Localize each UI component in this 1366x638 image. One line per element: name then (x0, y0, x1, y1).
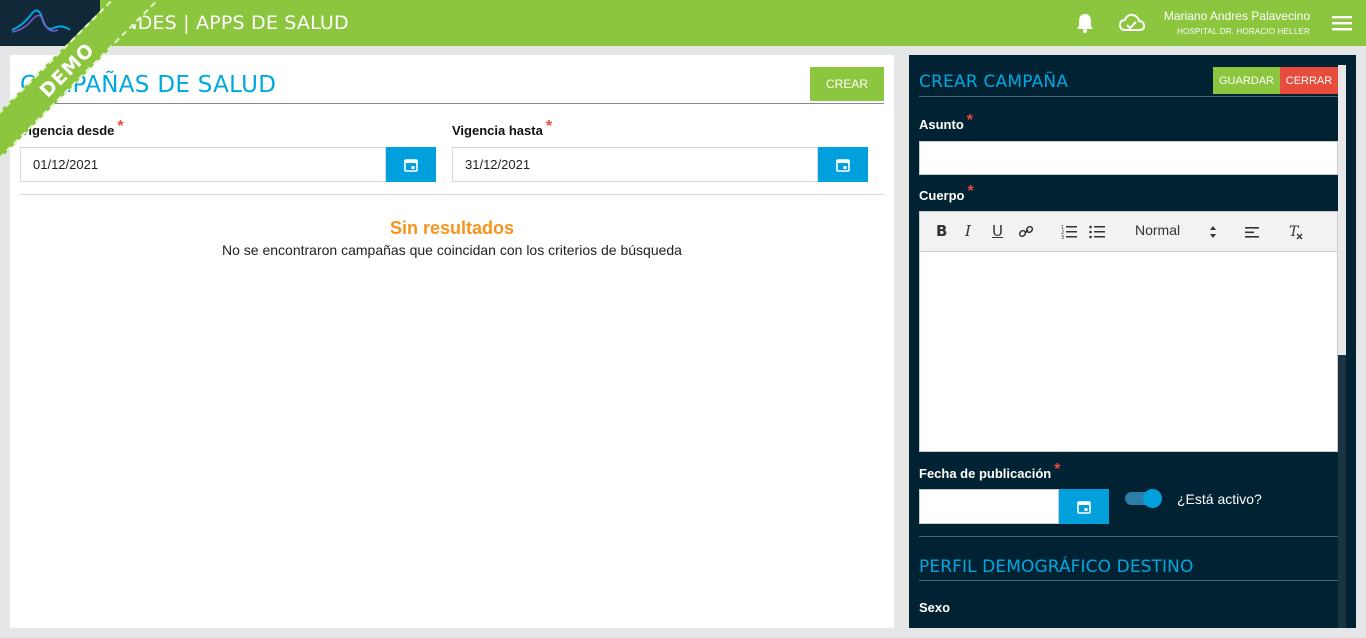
from-date-label-text: Vigencia desde (20, 123, 115, 138)
sex-label: Sexo (919, 600, 951, 615)
app-title: ANDES | APPS DE SALUD (110, 12, 349, 34)
campaigns-panel: CAMPAÑAS DE SALUD CREAR Vigencia desde * … (10, 55, 894, 628)
pub-calendar-button[interactable] (1059, 489, 1109, 524)
subject-input[interactable] (919, 141, 1338, 175)
ordered-list-icon[interactable]: 1 2 3 (1061, 224, 1077, 244)
user-hospital: HOSPITAL DR. HORACIO HELLER (1177, 27, 1310, 36)
underline-icon[interactable]: U (992, 222, 1003, 240)
pub-date-input[interactable] (919, 489, 1059, 524)
body-editor[interactable] (919, 252, 1338, 452)
subject-label: Asunto * (919, 112, 973, 134)
calendar-icon (836, 158, 850, 172)
svg-text:3: 3 (1061, 235, 1064, 240)
italic-icon[interactable]: I (965, 222, 971, 240)
save-button[interactable]: GUARDAR (1213, 67, 1280, 94)
to-date-label: Vigencia hasta * (452, 118, 552, 140)
top-bar: ANDES | APPS DE SALUD Mariano Andres Pal… (0, 0, 1366, 46)
user-name[interactable]: Mariano Andres Palavecino (1164, 9, 1310, 23)
calendar-icon (404, 158, 418, 172)
close-button[interactable]: CERRAR (1280, 67, 1338, 94)
format-select[interactable]: Normal (1135, 222, 1180, 238)
align-left-icon[interactable] (1244, 224, 1260, 244)
to-date-label-text: Vigencia hasta (452, 123, 543, 138)
section-divider (919, 536, 1338, 537)
select-arrows-icon (1209, 225, 1217, 243)
required-asterisk: * (545, 118, 553, 135)
to-calendar-button[interactable] (818, 147, 868, 182)
active-toggle[interactable] (1125, 489, 1163, 508)
pub-date-label-text: Fecha de publicación (919, 466, 1052, 481)
empty-state-text: No se encontraron campañas que coincidan… (222, 242, 682, 258)
required-asterisk: * (966, 112, 974, 129)
form-title-divider (919, 96, 1338, 97)
to-date-input[interactable]: 31/12/2021 (452, 147, 818, 182)
scrollbar-thumb[interactable] (1338, 65, 1346, 355)
from-calendar-button[interactable] (386, 147, 436, 182)
toggle-knob (1143, 489, 1162, 508)
notifications-bell-icon[interactable] (1074, 12, 1096, 39)
from-date-label: Vigencia desde * (20, 118, 124, 140)
body-label: Cuerpo * (919, 183, 974, 205)
required-asterisk: * (1054, 461, 1061, 478)
subject-label-text: Asunto (919, 117, 964, 132)
link-icon[interactable] (1018, 224, 1034, 244)
bold-icon[interactable]: B (936, 222, 947, 240)
cloud-sync-icon[interactable] (1118, 13, 1146, 38)
format-select-value: Normal (1135, 222, 1181, 238)
required-asterisk: * (967, 183, 974, 200)
calendar-icon (1077, 500, 1091, 514)
demographic-section-title: PERFIL DEMOGRÁFICO DESTINO (919, 557, 1194, 577)
required-asterisk: * (117, 118, 124, 135)
from-date-input[interactable]: 01/12/2021 (20, 147, 386, 182)
create-campaign-button[interactable]: CREAR (810, 67, 884, 101)
bullet-list-icon[interactable] (1089, 224, 1105, 244)
hamburger-menu-icon[interactable] (1332, 15, 1352, 36)
demographic-title-divider (919, 580, 1338, 581)
filters-divider (20, 194, 884, 195)
pub-date-label: Fecha de publicación * (919, 461, 1060, 483)
empty-state-title: Sin resultados (389, 218, 515, 238)
editor-toolbar: B I U 1 2 3 Normal T (919, 211, 1338, 252)
active-toggle-label: ¿Está activo? (1177, 491, 1262, 507)
clear-format-icon[interactable]: T (1288, 223, 1304, 245)
form-title: CREAR CAMPAÑA (919, 72, 1069, 92)
body-label-text: Cuerpo (919, 188, 965, 203)
create-campaign-panel: CREAR CAMPAÑA GUARDAR CERRAR Asunto * Cue… (909, 55, 1356, 628)
title-divider (20, 103, 884, 104)
